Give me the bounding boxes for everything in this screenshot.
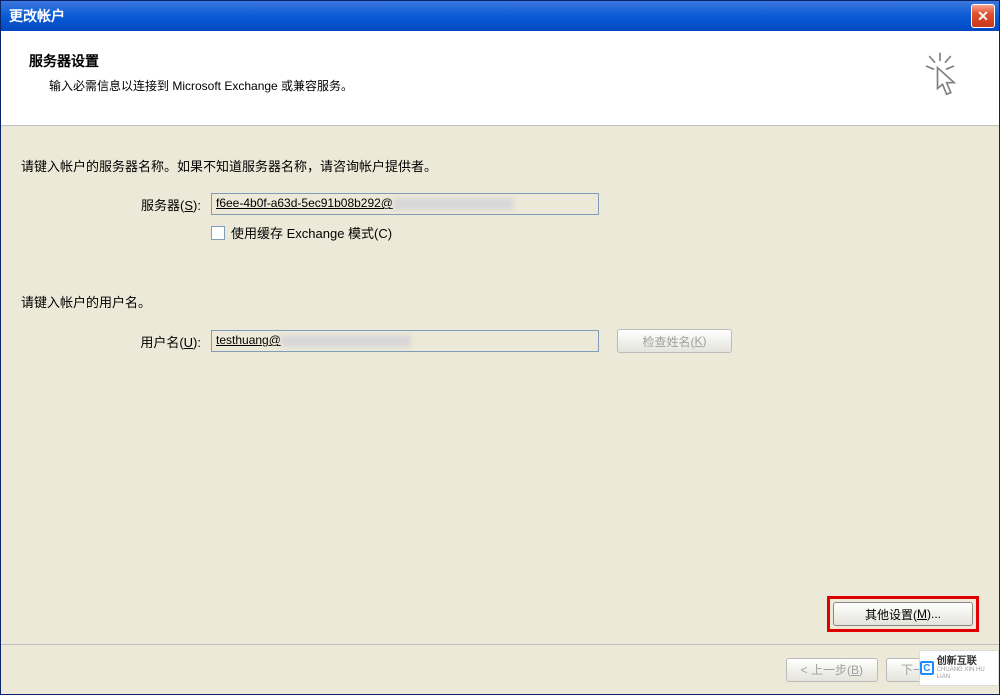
other-settings-highlight: 其他设置(M)...: [827, 596, 979, 632]
header-text: 服务器设置 输入必需信息以连接到 Microsoft Exchange 或兼容服…: [29, 51, 919, 94]
username-input[interactable]: testhuang@xxxxxxxx: [211, 330, 599, 352]
username-label: 用户名(U):: [101, 332, 211, 351]
cached-mode-row: 使用缓存 Exchange 模式(C): [21, 223, 979, 242]
server-input[interactable]: f6ee-4b0f-a63d-5ec91b08b292@xxxxxxxx: [211, 193, 599, 215]
watermark: C 创新互联 CHUANG XIN HU LIAN: [919, 650, 999, 686]
dialog-window: 更改帐户 ✕ 服务器设置 输入必需信息以连接到 Microsoft Exchan…: [0, 0, 1000, 695]
username-instruction: 请键入帐户的用户名。: [21, 292, 979, 311]
back-button[interactable]: < 上一步(B): [786, 658, 878, 682]
wizard-nav-bar: < 上一步(B) 下一步(N) > C 创新互联 CHUANG XIN HU L…: [1, 644, 999, 694]
username-redacted: xxxxxxxx: [281, 335, 411, 347]
server-redacted: xxxxxxxx: [393, 198, 513, 210]
close-button[interactable]: ✕: [971, 4, 995, 28]
server-instruction: 请键入帐户的服务器名称。如果不知道服务器名称，请咨询帐户提供者。: [21, 156, 979, 175]
close-icon: ✕: [977, 8, 989, 25]
other-settings-button[interactable]: 其他设置(M)...: [833, 602, 973, 626]
username-row: 用户名(U): testhuang@xxxxxxxx 检查姓名(K): [21, 329, 979, 353]
cursor-click-icon: [919, 51, 961, 101]
header-subtitle: 输入必需信息以连接到 Microsoft Exchange 或兼容服务。: [29, 77, 919, 94]
server-row: 服务器(S): f6ee-4b0f-a63d-5ec91b08b292@xxxx…: [21, 193, 979, 215]
cached-mode-checkbox[interactable]: [211, 226, 225, 240]
content-area: 请键入帐户的服务器名称。如果不知道服务器名称，请咨询帐户提供者。 服务器(S):…: [1, 126, 999, 371]
check-name-button[interactable]: 检查姓名(K): [617, 329, 732, 353]
window-title: 更改帐户: [9, 6, 65, 26]
watermark-logo-icon: C: [920, 661, 934, 675]
server-label: 服务器(S):: [101, 195, 211, 214]
titlebar: 更改帐户 ✕: [1, 1, 999, 31]
header-section: 服务器设置 输入必需信息以连接到 Microsoft Exchange 或兼容服…: [1, 31, 999, 126]
cached-mode-label: 使用缓存 Exchange 模式(C): [231, 223, 392, 242]
header-title: 服务器设置: [29, 51, 919, 71]
